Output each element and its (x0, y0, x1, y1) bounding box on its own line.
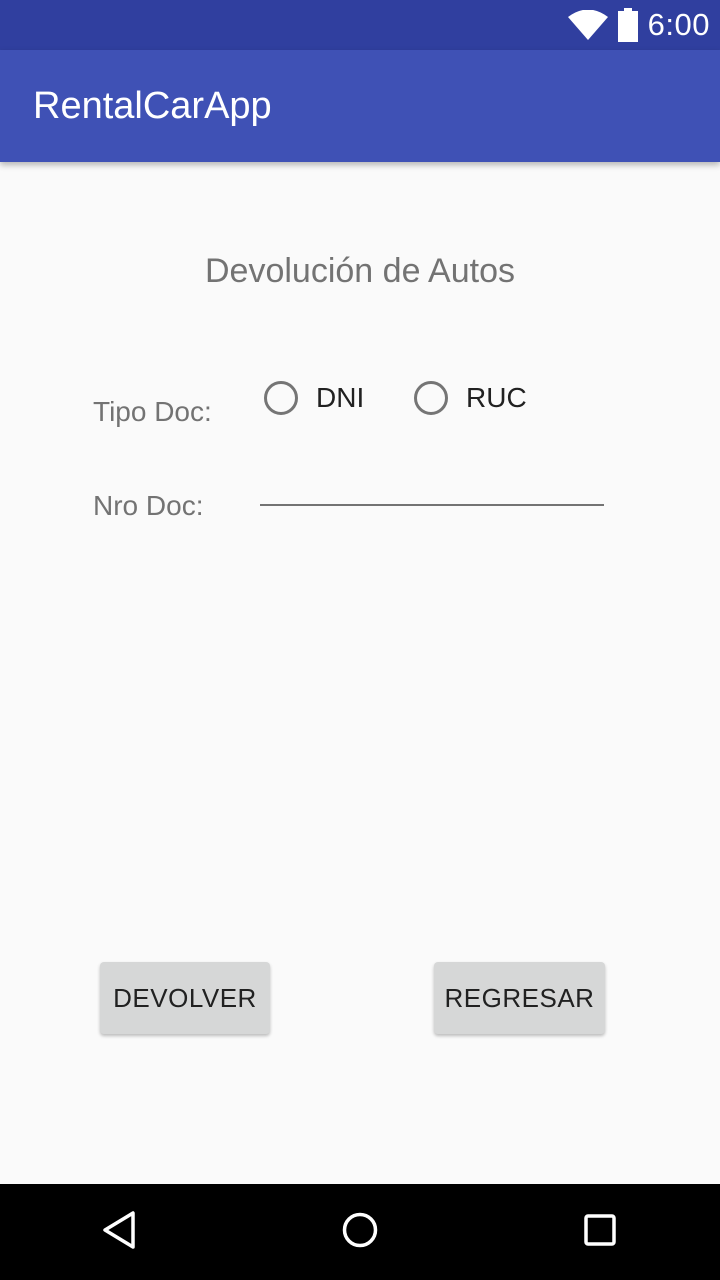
nav-back-button[interactable] (60, 1184, 180, 1280)
radio-dni-label[interactable]: DNI (316, 382, 364, 414)
nav-recents-button[interactable] (540, 1184, 660, 1280)
radio-ruc-circle[interactable] (414, 381, 448, 415)
page-title: Devolución de Autos (205, 252, 515, 290)
doc-number-label: Nro Doc: (93, 490, 204, 521)
nav-bar (0, 1184, 720, 1280)
status-icons: 6:00 (567, 0, 710, 50)
radio-dni-circle[interactable] (264, 381, 298, 415)
app-bar: RentalCarApp (0, 50, 720, 162)
wifi-icon (567, 10, 608, 40)
back-icon (100, 1210, 140, 1255)
main-content: Devolución de Autos Tipo Doc: DNI RUC Nr… (0, 162, 720, 1184)
battery-icon (617, 8, 638, 42)
home-icon (340, 1210, 380, 1255)
radio-ruc-label[interactable]: RUC (466, 382, 527, 414)
nav-home-button[interactable] (300, 1184, 420, 1280)
status-time: 6:00 (647, 7, 710, 42)
radio-dni[interactable]: DNI (264, 377, 364, 419)
screen: 6:00 RentalCarApp Devolución de Autos Ti… (0, 0, 720, 1280)
return-button[interactable]: DEVOLVER (100, 962, 270, 1034)
back-button[interactable]: REGRESAR (434, 962, 605, 1034)
doc-type-label: Tipo Doc: (93, 396, 212, 427)
recents-icon (582, 1212, 618, 1253)
doc-number-input[interactable] (260, 462, 604, 506)
app-title: RentalCarApp (33, 85, 272, 127)
radio-ruc[interactable]: RUC (414, 377, 527, 419)
status-bar: 6:00 (0, 0, 720, 50)
